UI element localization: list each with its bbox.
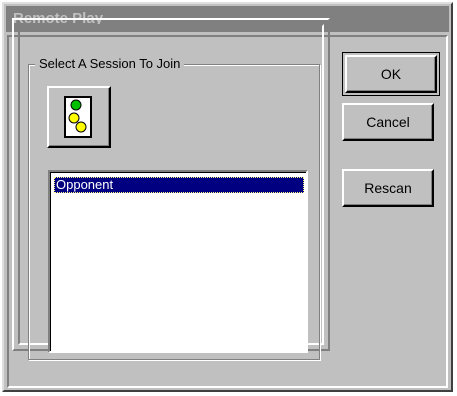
- cancel-button[interactable]: Cancel: [342, 103, 434, 141]
- session-list-item[interactable]: Opponent: [54, 177, 304, 193]
- ok-button[interactable]: OK: [345, 55, 437, 93]
- traffic-light-button[interactable]: [47, 86, 111, 148]
- session-listbox[interactable]: Opponent: [48, 170, 308, 353]
- rescan-button[interactable]: Rescan: [342, 169, 434, 207]
- traffic-light-icon: [64, 96, 92, 138]
- session-group-label: Select A Session To Join: [35, 57, 185, 71]
